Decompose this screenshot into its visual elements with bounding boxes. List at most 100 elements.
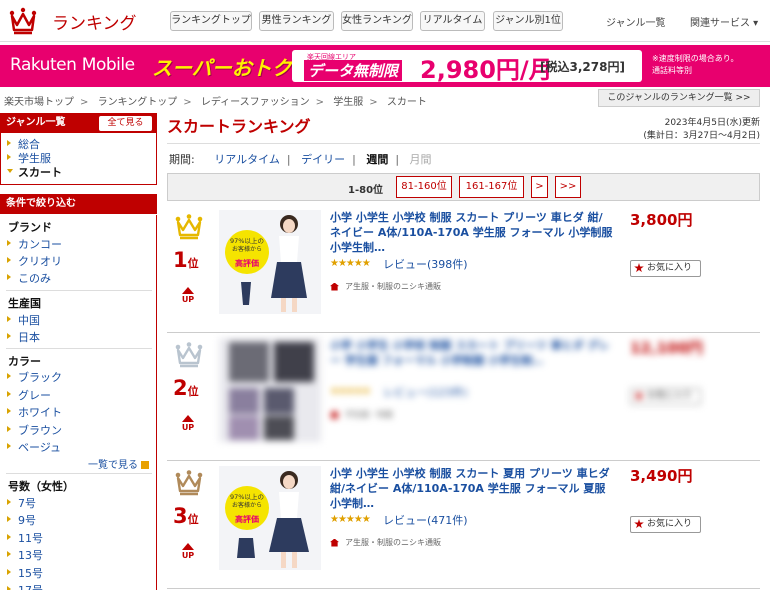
rank-up-indicator: UP: [178, 543, 198, 560]
genre-item-skirt: スカート: [18, 166, 62, 179]
star-icon: [634, 519, 644, 529]
product-photo: 97%以上の お客様から 高評価: [219, 466, 321, 570]
breadcrumb-ladies[interactable]: レディースファッション: [201, 97, 310, 108]
ranking-title[interactable]: ランキング: [52, 9, 137, 34]
rating-stars: ★★★★★: [330, 258, 371, 269]
color-item[interactable]: ブラウン: [18, 422, 62, 438]
divider: [6, 290, 152, 291]
updated-info: 2023年4月5日(水)更新 (集計日：3月27日〜4月2日): [643, 118, 760, 141]
ranking-item: 2位 UP 小学 小学生 小学校 制服 スカート プリーツ 車ヒダ グレー 学生…: [167, 336, 760, 461]
bullet-icon: [7, 333, 11, 339]
tab-female-ranking[interactable]: 女性ランキング: [341, 11, 413, 31]
product-image[interactable]: 97%以上の お客様から 高評価: [219, 466, 321, 570]
product-image[interactable]: [219, 338, 321, 442]
size-item[interactable]: 15号: [18, 565, 43, 581]
up-arrow-icon: [182, 543, 194, 550]
site-header: ランキング ランキングトップ 男性ランキング 女性ランキング リアルタイム ジャ…: [0, 0, 770, 42]
page-link[interactable]: 81-160位: [396, 176, 452, 198]
crown-logo-icon[interactable]: [8, 7, 38, 35]
favorite-button[interactable]: お気に入り: [630, 516, 701, 533]
silver-crown-icon: [175, 342, 203, 368]
bullet-icon: [7, 516, 11, 522]
divider: [6, 473, 152, 474]
product-price: 3,490円: [630, 467, 693, 485]
shop-home-icon: [330, 410, 339, 419]
period-label: 期間:: [169, 153, 195, 166]
product-photo: [219, 338, 321, 442]
breadcrumb-ranking-top[interactable]: ランキングトップ: [98, 97, 178, 108]
product-price: 12,100円: [630, 339, 703, 357]
size-item[interactable]: 9号: [18, 512, 36, 528]
period-selector: 期間: リアルタイム | デイリー | 週間 | 月間: [169, 153, 432, 166]
related-services-link[interactable]: 関連サービス ▾: [690, 14, 758, 29]
bullet-icon: [7, 274, 11, 280]
view-all-button[interactable]: 全て見る: [99, 116, 152, 131]
up-arrow-icon: [182, 287, 194, 294]
bullet-icon: [7, 154, 11, 160]
review-link[interactable]: レビュー(123件): [383, 384, 468, 400]
product-image[interactable]: 97%以上の お客様から 高評価: [219, 210, 321, 314]
country-item[interactable]: 日本: [18, 329, 40, 345]
product-name-link[interactable]: 小学 小学生 小学校 制服 スカート 夏用 プリーツ 車ヒダ 紺/ネイビー A体…: [330, 466, 613, 511]
svg-text:高評価: 高評価: [235, 258, 259, 268]
page-next[interactable]: >: [531, 176, 548, 198]
tab-genre-first[interactable]: ジャンル別1位: [493, 11, 563, 31]
rating-stars: ★★★★★: [330, 386, 371, 397]
breadcrumb-rakuten-top[interactable]: 楽天市場トップ: [4, 97, 74, 108]
product-name-link[interactable]: 小学 小学生 小学校 制服 スカート プリーツ 車ヒダ グレー 学生服 フォーマ…: [330, 338, 613, 368]
banner-brand: Rakuten Mobile: [10, 55, 135, 75]
country-section-title: 生産国: [8, 297, 41, 310]
brand-item[interactable]: このみ: [18, 270, 51, 286]
shop-link[interactable]: ア生服・制服のニシキ通販: [330, 281, 441, 292]
shop-link[interactable]: ア生服・制服のニシキ通販: [330, 537, 441, 548]
bullet-icon: [7, 426, 11, 432]
color-item[interactable]: ベージュ: [18, 439, 61, 455]
bullet-icon: [7, 257, 11, 263]
brand-item[interactable]: クリオリ: [18, 253, 62, 269]
brand-item[interactable]: カンコー: [18, 236, 62, 252]
genre-ranking-list-button[interactable]: このジャンルのランキング一覧 >>: [598, 89, 760, 107]
tab-male-ranking[interactable]: 男性ランキング: [259, 11, 334, 31]
bullet-icon: [7, 499, 11, 505]
color-item[interactable]: ホワイト: [18, 404, 62, 420]
banner-tax: [税込3,278円]: [540, 60, 625, 74]
bullet-icon: [7, 391, 11, 397]
breadcrumb-school-uniform[interactable]: 学生服: [333, 97, 363, 108]
size-item[interactable]: 13号: [18, 547, 43, 563]
bullet-icon: [7, 140, 11, 146]
review-link[interactable]: レビュー(471件): [383, 512, 468, 528]
svg-text:97%以上の: 97%以上の: [230, 492, 264, 501]
tab-ranking-top[interactable]: ランキングトップ: [170, 11, 252, 31]
page-link[interactable]: 161-167位: [459, 176, 524, 198]
banner-price: 2,980円/月: [420, 56, 553, 84]
country-item[interactable]: 中国: [18, 312, 40, 328]
color-item[interactable]: グレー: [18, 387, 51, 403]
bullet-icon: [7, 240, 11, 246]
period-daily[interactable]: デイリー: [301, 153, 345, 166]
size-item[interactable]: 7号: [18, 495, 36, 511]
filter-header: 条件で絞り込む: [0, 194, 157, 214]
favorite-button[interactable]: お気に入り: [630, 260, 701, 277]
favorite-button[interactable]: お気に入り: [630, 388, 701, 405]
color-item[interactable]: ブラック: [18, 369, 62, 385]
size-item[interactable]: 11号: [18, 530, 43, 546]
bullet-icon: [7, 569, 11, 575]
page-last[interactable]: >>: [555, 176, 581, 198]
arrow-icon: [141, 461, 150, 469]
review-link[interactable]: レビュー(398件): [383, 256, 468, 272]
color-section-title: カラー: [8, 355, 41, 368]
color-list-view-link[interactable]: 一覧で見る: [88, 456, 150, 471]
rakuten-mobile-banner[interactable]: Rakuten Mobile スーパーおトク 楽天回線エリア データ無制限 2,…: [0, 45, 770, 87]
rank-up-indicator: UP: [178, 287, 198, 304]
genre-list-link[interactable]: ジャンル一覧: [606, 14, 666, 29]
shop-link[interactable]: 学生服・制服: [330, 409, 393, 420]
period-realtime[interactable]: リアルタイム: [214, 153, 280, 166]
size-item[interactable]: 17号: [18, 582, 43, 590]
size-section-title: 号数（女性）: [8, 480, 74, 493]
bullet-icon: [7, 551, 11, 557]
tab-realtime[interactable]: リアルタイム: [420, 11, 485, 31]
product-name-link[interactable]: 小学 小学生 小学校 制服 スカート プリーツ 車ヒダ 紺/ネイビー A体/11…: [330, 210, 613, 255]
bullet-icon: [7, 586, 11, 590]
pagination: 1-80位 81-160位 161-167位 > >>: [167, 173, 760, 201]
svg-text:97%以上の: 97%以上の: [230, 236, 264, 245]
